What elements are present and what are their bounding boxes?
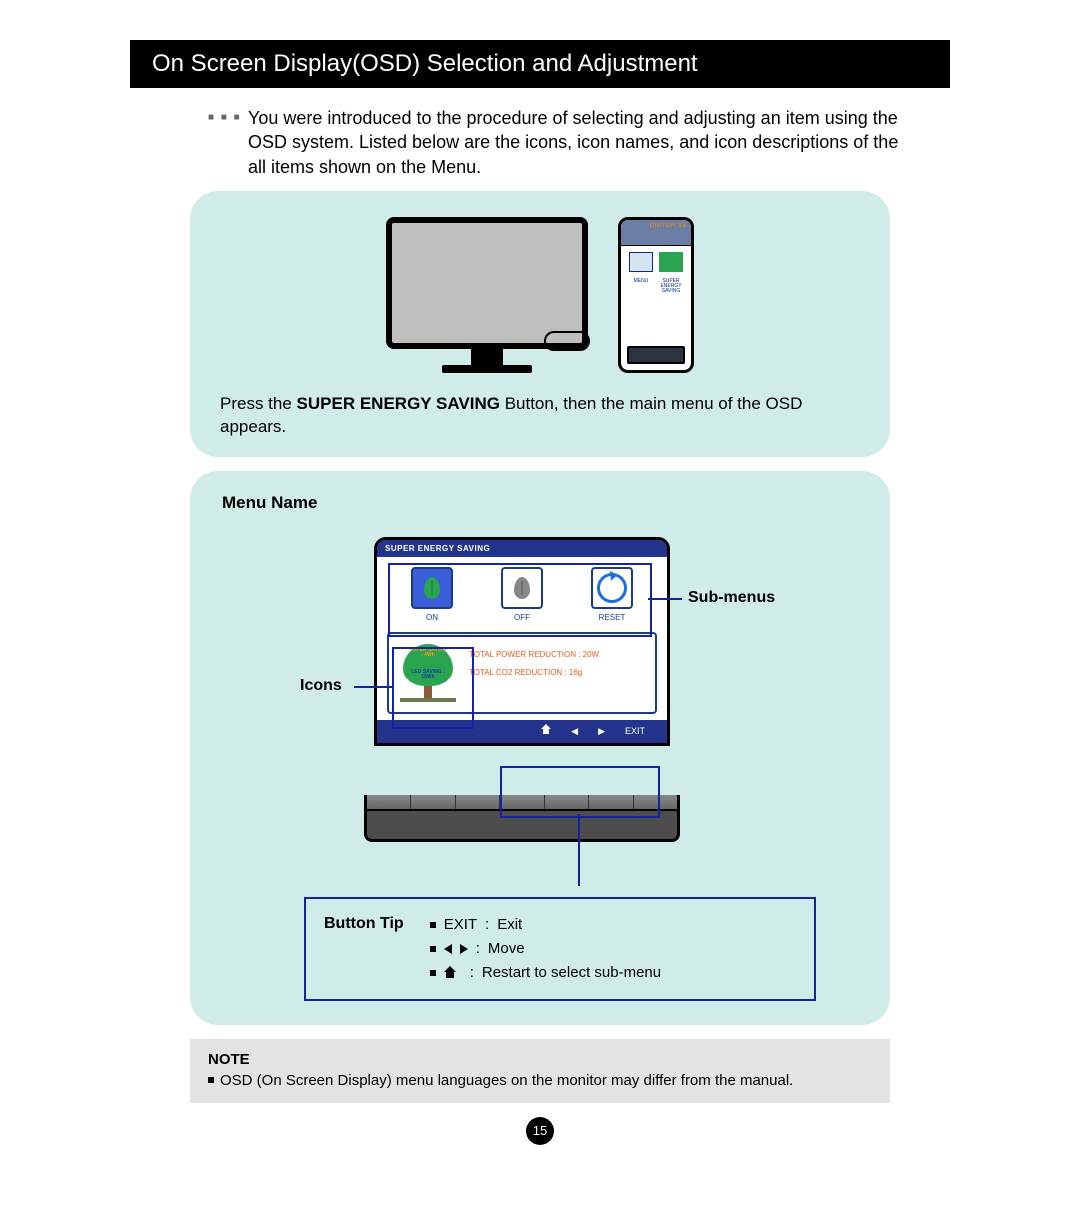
tree-super-label: SUPER SAVING : 4Wh	[408, 648, 448, 659]
page: On Screen Display(OSD) Selection and Adj…	[130, 40, 950, 1145]
note-text: OSD (On Screen Display) menu languages o…	[220, 1072, 793, 1089]
osd-on-label: ON	[402, 613, 462, 622]
icons-label: Icons	[300, 677, 342, 695]
monitor-base	[364, 795, 680, 842]
page-number-wrap: 15	[130, 1117, 950, 1145]
on-icon	[411, 567, 453, 609]
tree-led-label: LED SAVING : 15Wh	[408, 670, 448, 681]
osd-submenu-row: ON OFF RESET	[387, 567, 657, 622]
left-arrow-icon	[444, 944, 452, 954]
osd-frame: SUPER ENERGY SAVING ON OFF R	[374, 537, 670, 746]
tip-exit-key: EXIT	[444, 913, 477, 937]
home-icon	[444, 967, 456, 979]
zoom-menu-label: MENU	[629, 279, 653, 284]
zoom-button-row	[627, 346, 685, 364]
button-tip-list: EXIT : Exit : Move : Restart to select s…	[430, 913, 661, 985]
diagram: SUPER ENERGY SAVING ON OFF R	[214, 529, 866, 889]
osd-off-label: OFF	[492, 613, 552, 622]
intro-text: You were introduced to the procedure of …	[208, 106, 920, 179]
tip-restart-row: : Restart to select sub-menu	[430, 961, 661, 985]
monitor-zoom-illustration: ONITOR SE MENU SUPER ENERGY SAVING	[618, 217, 694, 373]
metric-co2: TOTAL CO2 REDUCTION : 16g	[469, 668, 599, 678]
reset-icon	[591, 567, 633, 609]
caption-prefix: Press the	[220, 394, 297, 413]
right-arrow-icon	[460, 944, 468, 954]
metric-power: TOTAL POWER REDUCTION : 20W	[469, 650, 599, 660]
note-body: OSD (On Screen Display) menu languages o…	[208, 1072, 872, 1089]
tip-exit-row: EXIT : Exit	[430, 913, 661, 937]
page-number: 15	[526, 1117, 554, 1145]
nav-left-icon[interactable]: ◀	[571, 726, 578, 737]
off-icon	[501, 567, 543, 609]
monitor-callout-ring	[544, 331, 590, 351]
zoom-ses-label: SUPER ENERGY SAVING	[659, 279, 683, 295]
button-tip-label: Button Tip	[324, 913, 404, 985]
button-tip-box: Button Tip EXIT : Exit : Move	[304, 897, 816, 1001]
bullet-icon	[430, 970, 436, 976]
panel-monitor: ONITOR SE MENU SUPER ENERGY SAVING Press…	[190, 191, 890, 457]
osd-on-button[interactable]: ON	[402, 567, 462, 622]
tip-exit-desc: Exit	[497, 913, 522, 937]
note-block: NOTE OSD (On Screen Display) menu langua…	[190, 1039, 890, 1103]
tip-move-desc: Move	[488, 937, 525, 961]
submenus-label: Sub-menus	[688, 589, 775, 607]
super-energy-saving-icon	[659, 252, 683, 272]
caption-bold: SUPER ENERGY SAVING	[297, 394, 500, 413]
bullet-icon	[208, 1077, 214, 1083]
osd-reset-label: RESET	[582, 613, 642, 622]
osd-info-panel: SUPER SAVING : 4Wh LED SAVING : 15Wh TOT…	[387, 632, 657, 714]
osd-metrics: TOTAL POWER REDUCTION : 20W TOTAL CO2 RE…	[469, 642, 599, 702]
home-icon[interactable]	[541, 726, 551, 736]
bullet-icon	[430, 946, 436, 952]
panel-caption: Press the SUPER ENERGY SAVING Button, th…	[214, 385, 866, 443]
monitor-illustration	[386, 217, 588, 373]
zoom-ses-cell: SUPER ENERGY SAVING	[659, 252, 683, 312]
zoom-header: ONITOR SE	[621, 220, 691, 246]
osd-reset-button[interactable]: RESET	[582, 567, 642, 622]
zoom-menu-cell: MENU	[629, 252, 653, 312]
intro-block: ■ ■ ■ You were introduced to the procedu…	[130, 88, 950, 191]
section-title: On Screen Display(OSD) Selection and Adj…	[130, 40, 950, 88]
tree-icon: SUPER SAVING : 4Wh LED SAVING : 15Wh	[399, 644, 457, 702]
note-title: NOTE	[208, 1051, 872, 1068]
osd-nav-bar: ◀ ▶ EXIT	[377, 720, 667, 743]
nav-exit-label[interactable]: EXIT	[625, 726, 645, 736]
osd-title: SUPER ENERGY SAVING	[377, 540, 667, 557]
menu-icon	[629, 252, 653, 272]
osd-off-button[interactable]: OFF	[492, 567, 552, 622]
tip-move-row: : Move	[430, 937, 661, 961]
panel-osd-diagram: Menu Name SUPER ENERGY SAVING ON OFF	[190, 471, 890, 1025]
tip-restart-desc: Restart to select sub-menu	[482, 961, 661, 985]
nav-right-icon[interactable]: ▶	[598, 726, 605, 737]
bullet-icon	[430, 922, 436, 928]
menu-name-label: Menu Name	[222, 493, 858, 513]
intro-bullets-icon: ■ ■ ■	[208, 112, 242, 123]
